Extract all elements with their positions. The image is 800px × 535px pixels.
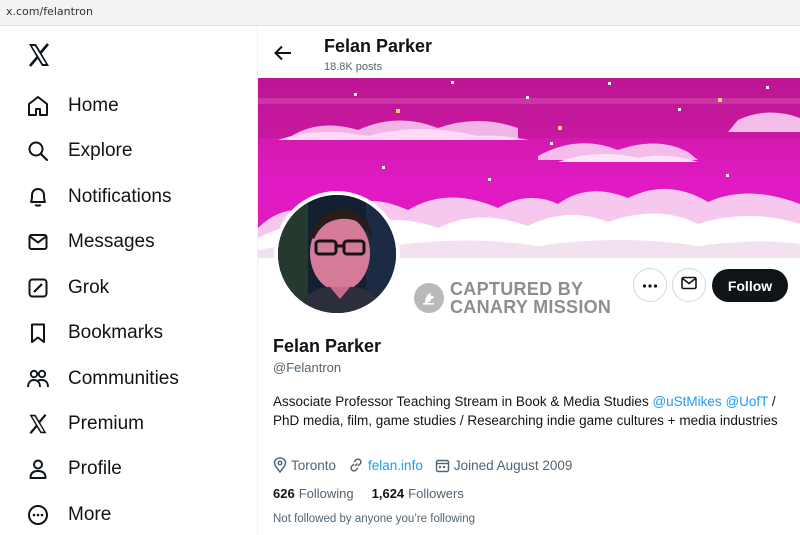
search-icon xyxy=(26,139,50,163)
back-arrow-icon[interactable] xyxy=(272,42,294,64)
joined-date: Joined August 2009 xyxy=(435,457,573,473)
website[interactable]: felan.info xyxy=(348,457,423,473)
sidebar-item-label: Communities xyxy=(68,368,179,389)
post-count: 18.8K posts xyxy=(324,61,383,73)
sidebar-item-label: More xyxy=(68,504,112,525)
following-label: Following xyxy=(298,486,354,501)
sidebar-item-messages[interactable]: Messages xyxy=(26,228,155,256)
website-link[interactable]: felan.info xyxy=(368,458,423,473)
sidebar-item-notifications[interactable]: Notifications xyxy=(26,183,172,211)
sidebar-item-label: Notifications xyxy=(68,186,172,207)
home-icon xyxy=(26,94,50,118)
profile-name: Felan Parker xyxy=(273,336,382,356)
bell-icon xyxy=(26,185,50,209)
sidebar-item-home[interactable]: Home xyxy=(26,92,119,120)
canary-bird-icon xyxy=(414,283,444,313)
message-button[interactable] xyxy=(672,268,706,302)
bio-text: Associate Professor Teaching Stream in B… xyxy=(273,394,653,409)
following-count-link[interactable]: 626 Following xyxy=(273,486,354,501)
calendar-icon xyxy=(435,459,450,472)
sidebar-item-label: Messages xyxy=(68,231,155,252)
bio-mention-uoft[interactable]: @UofT xyxy=(725,394,768,409)
location-pin-icon xyxy=(273,457,287,473)
more-circle-icon xyxy=(26,503,50,527)
sidebar-item-label: Home xyxy=(68,95,119,116)
watermark-line-1: CAPTURED BY xyxy=(450,279,584,299)
communities-icon xyxy=(26,367,50,391)
sidebar-item-profile[interactable]: Profile xyxy=(26,455,122,483)
sidebar-item-bookmarks[interactable]: Bookmarks xyxy=(26,319,163,347)
follow-button[interactable]: Follow xyxy=(712,269,788,302)
bookmark-icon xyxy=(26,321,50,345)
following-count: 626 xyxy=(273,486,295,501)
avatar[interactable] xyxy=(274,191,400,317)
sidebar-nav: Home Explore Notifications Messages Grok… xyxy=(0,26,258,535)
joined-text: Joined August 2009 xyxy=(453,457,573,473)
sidebar-item-label: Premium xyxy=(68,413,145,434)
sidebar-item-grok[interactable]: Grok xyxy=(26,274,109,302)
canary-mission-watermark: CAPTURED BY CANARY MISSION xyxy=(414,280,611,316)
url-text[interactable]: x.com/felantron xyxy=(6,5,93,18)
page-title: Felan Parker xyxy=(324,36,433,56)
sidebar-item-label: Grok xyxy=(68,277,110,298)
profile-bio: Associate Professor Teaching Stream in B… xyxy=(273,392,788,430)
envelope-icon xyxy=(26,230,50,254)
envelope-icon xyxy=(681,276,697,295)
bio-mention-ustmikes[interactable]: @uStMikes xyxy=(652,394,721,409)
x-logo-icon[interactable] xyxy=(26,42,52,68)
sidebar-item-more[interactable]: More xyxy=(26,501,111,529)
x-logo-icon xyxy=(26,412,50,436)
not-followed-note: Not followed by anyone you’re following xyxy=(273,513,476,525)
location: Toronto xyxy=(273,457,336,473)
avatar-photo xyxy=(278,195,396,313)
sidebar-item-premium[interactable]: Premium xyxy=(26,410,144,438)
watermark-line-2: CANARY MISSION xyxy=(450,297,612,317)
followers-count: 1,624 xyxy=(371,486,405,501)
sidebar-item-label: Bookmarks xyxy=(68,322,164,343)
grok-icon xyxy=(26,276,50,300)
profile-header: Felan Parker 18.8K posts xyxy=(258,26,800,78)
sidebar-item-explore[interactable]: Explore xyxy=(26,137,132,165)
sidebar-item-communities[interactable]: Communities xyxy=(26,365,179,393)
followers-count-link[interactable]: 1,624 Followers xyxy=(372,486,464,501)
location-text: Toronto xyxy=(291,457,337,473)
sidebar-item-label: Profile xyxy=(68,458,122,479)
followers-label: Followers xyxy=(408,486,464,501)
person-icon xyxy=(26,457,50,481)
sidebar-item-label: Explore xyxy=(68,140,133,161)
link-icon xyxy=(350,458,362,472)
follow-counts: 626 Following 1,624 Followers xyxy=(273,486,482,501)
profile-handle: @Felantron xyxy=(273,360,342,375)
more-dots-icon xyxy=(642,276,658,294)
browser-url-bar[interactable]: x.com/felantron xyxy=(0,0,800,26)
more-options-button[interactable] xyxy=(633,268,667,302)
profile-meta: Toronto felan.info Joined August 2009 xyxy=(273,457,584,473)
